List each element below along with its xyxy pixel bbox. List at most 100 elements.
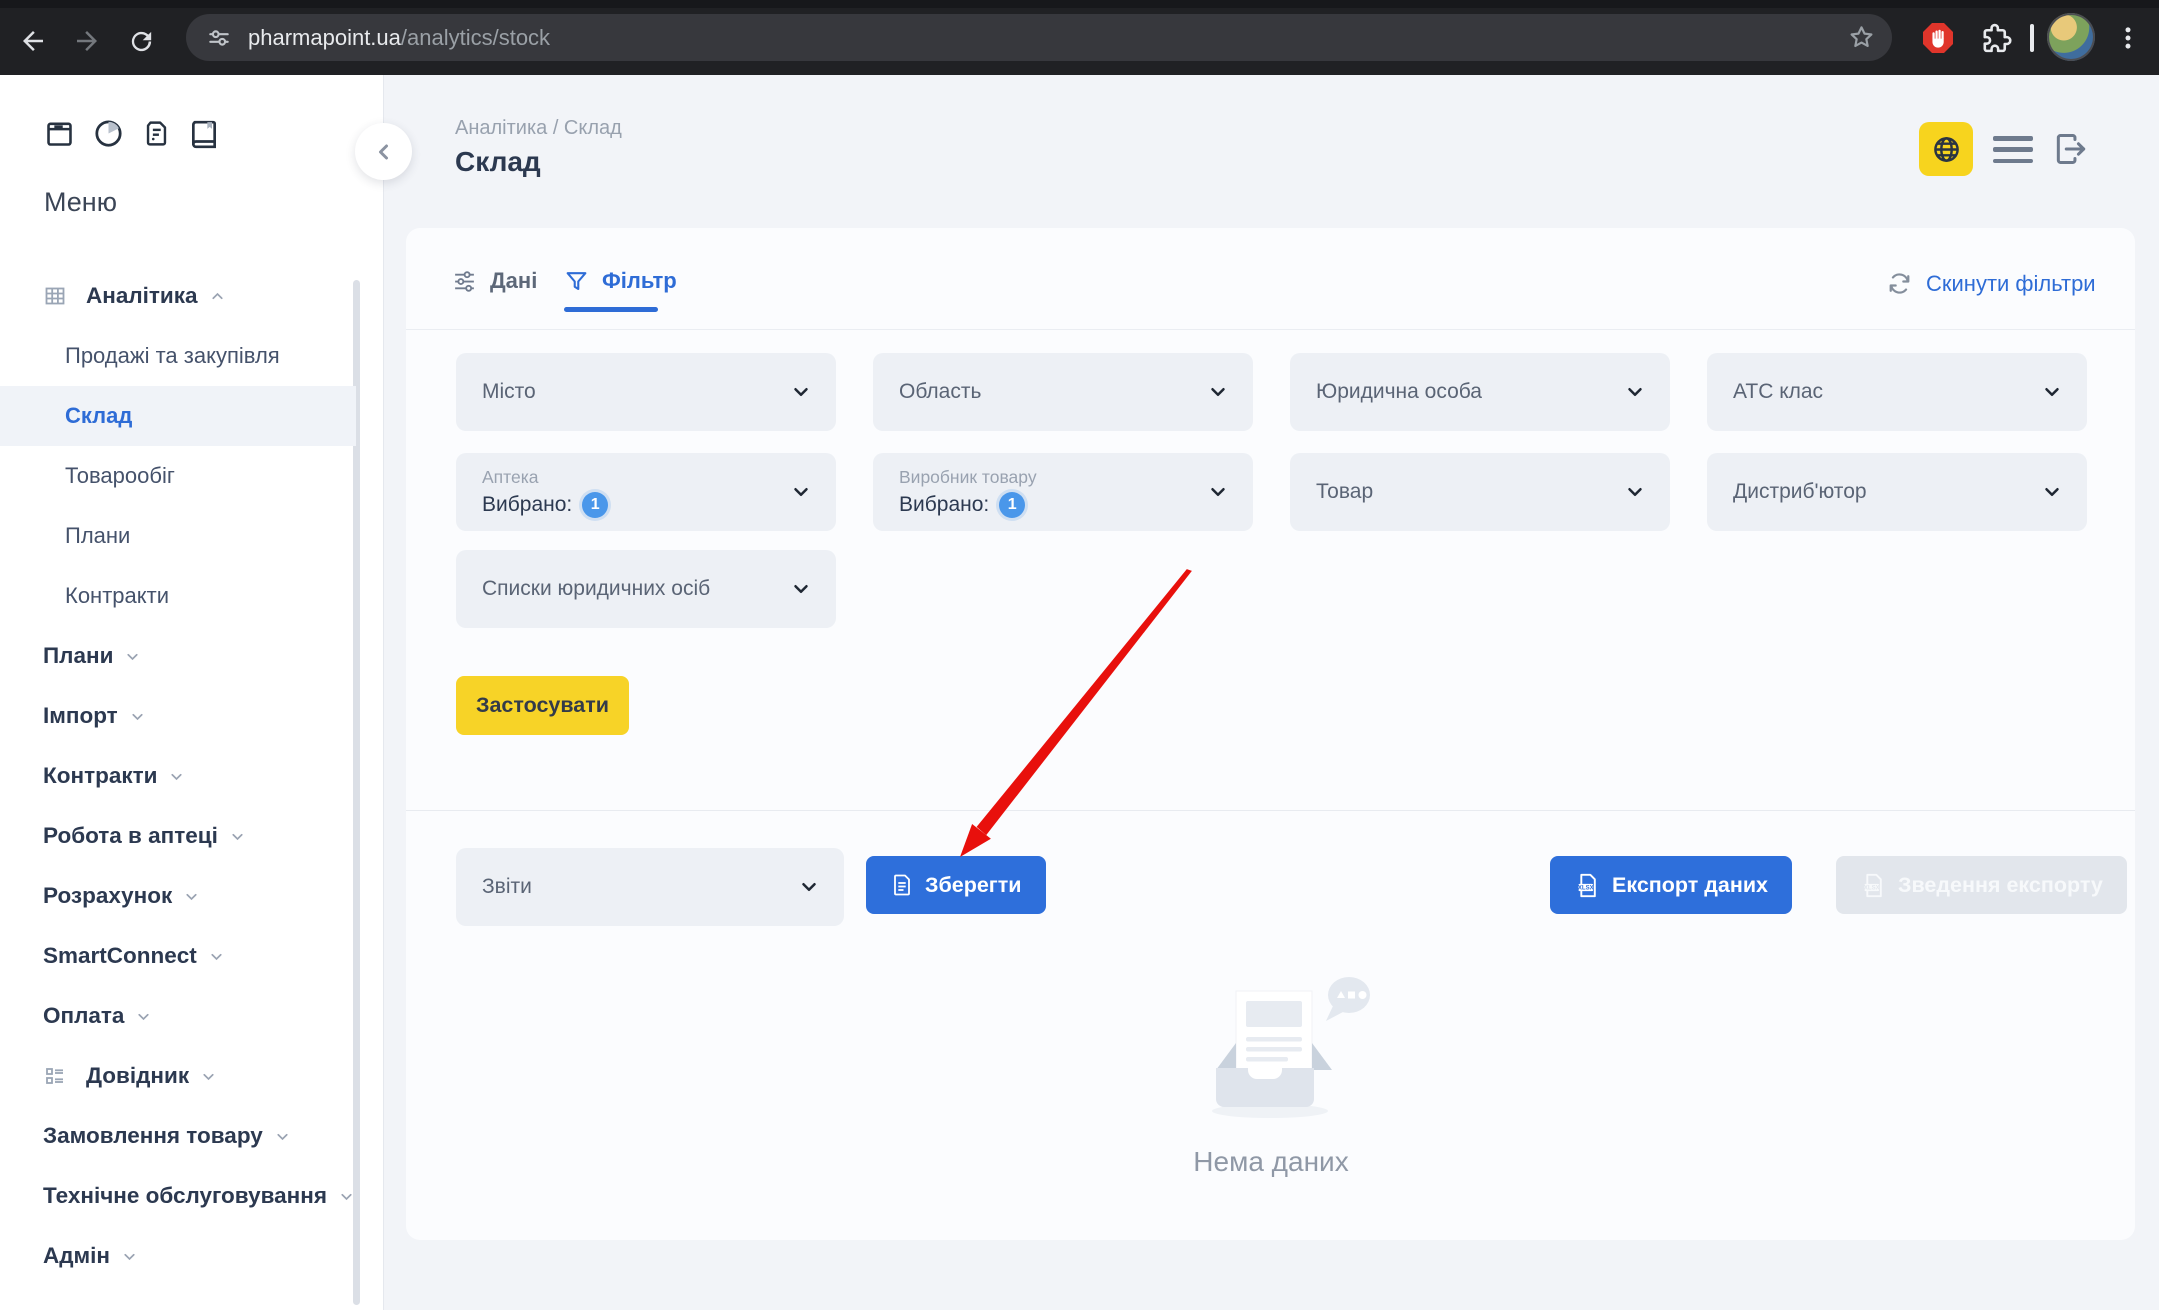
section-label: Розрахунок <box>43 883 172 909</box>
dropdown-label: Місто <box>482 380 536 404</box>
item-label: Продажі та закупівля <box>65 343 280 369</box>
browser-reload-icon[interactable] <box>122 22 160 60</box>
chevron-down-icon <box>229 828 246 845</box>
dropdown-label: Дистриб'ютор <box>1733 480 1867 504</box>
window-frame <box>0 0 2159 8</box>
chevron-down-icon <box>790 481 812 503</box>
section-label: Імпорт <box>43 703 118 729</box>
tab-data[interactable]: Дані <box>452 268 537 294</box>
save-button[interactable]: Зберегти <box>866 856 1046 914</box>
filter-pharmacy-dropdown[interactable]: Аптека Вибрано: 1 <box>456 453 836 531</box>
chevron-down-icon <box>1624 381 1646 403</box>
chevron-down-icon <box>2041 381 2063 403</box>
filters-panel: Дані Фільтр Скинути фільтри Місто Област… <box>406 228 2135 1240</box>
browser-menu-icon[interactable] <box>2110 20 2146 56</box>
sidebar-section-product-order[interactable]: Замовлення товару <box>0 1106 356 1166</box>
sidebar-collapse-button[interactable] <box>355 123 412 180</box>
summary-button-label: Зведення експорту <box>1898 873 2103 898</box>
sidebar-section-calculation[interactable]: Розрахунок <box>0 866 356 926</box>
chevron-left-icon <box>372 140 396 164</box>
apply-button[interactable]: Застосувати <box>456 676 629 735</box>
sidebar-item-stock[interactable]: Склад <box>0 386 356 446</box>
sidebar-section-pharmacy-work[interactable]: Робота в аптеці <box>0 806 356 866</box>
chevron-down-icon <box>2041 481 2063 503</box>
sidebar-item-contracts[interactable]: Контракти <box>0 566 356 626</box>
chevron-down-icon <box>1207 481 1229 503</box>
reset-filters-label: Скинути фільтри <box>1926 271 2096 297</box>
selected-label: Вибрано: <box>899 493 989 517</box>
sliders-icon <box>452 269 477 294</box>
extensions-puzzle-icon[interactable] <box>1978 20 2014 56</box>
filter-city-dropdown[interactable]: Місто <box>456 353 836 431</box>
sidebar-section-smartconnect[interactable]: SmartConnect <box>0 926 356 986</box>
section-label: Технічне обслуговування <box>43 1183 327 1209</box>
chevron-down-icon <box>129 708 146 725</box>
item-label: Склад <box>65 403 132 429</box>
chevron-down-icon <box>124 648 141 665</box>
section-label: Оплата <box>43 1003 124 1029</box>
adblock-extension-icon[interactable] <box>1920 20 1956 56</box>
active-tab-underline <box>564 307 658 312</box>
empty-state-text: Нема даних <box>1146 1146 1396 1178</box>
item-label: Контракти <box>65 583 169 609</box>
chevron-down-icon <box>798 876 820 898</box>
tab-label: Дані <box>490 268 537 294</box>
filter-legal-entity-dropdown[interactable]: Юридична особа <box>1290 353 1670 431</box>
chevron-down-icon <box>168 768 185 785</box>
svg-text:XLSX: XLSX <box>1578 885 1594 891</box>
export-data-button[interactable]: XLSX Експорт даних <box>1550 856 1792 914</box>
sidebar-section-analytics[interactable]: Аналітика <box>0 266 356 326</box>
filter-distributor-dropdown[interactable]: Дистриб'ютор <box>1707 453 2087 531</box>
book-icon[interactable] <box>188 117 220 150</box>
xlsx-file-icon: XLSX <box>1574 872 1601 899</box>
sidebar-item-plans[interactable]: Плани <box>0 506 356 566</box>
sidebar-section-plans[interactable]: Плани <box>0 626 356 686</box>
list-icon <box>43 1064 67 1088</box>
section-label: SmartConnect <box>43 943 197 969</box>
selected-count-badge: 1 <box>999 492 1025 518</box>
page-title: Склад <box>455 146 541 178</box>
url-text: pharmapoint.ua/analytics/stock <box>248 25 550 51</box>
hamburger-menu-icon[interactable] <box>1993 136 2033 163</box>
address-bar[interactable]: pharmapoint.ua/analytics/stock <box>186 14 1892 61</box>
report-document-icon[interactable] <box>142 117 171 150</box>
chevron-down-icon <box>1207 381 1229 403</box>
profile-avatar[interactable] <box>2047 13 2095 61</box>
sidebar-section-directory[interactable]: Довідник <box>0 1046 356 1106</box>
logout-icon[interactable] <box>2052 130 2090 168</box>
chevron-down-icon <box>790 381 812 403</box>
tab-filter[interactable]: Фільтр <box>564 268 677 294</box>
filter-region-dropdown[interactable]: Область <box>873 353 1253 431</box>
dropdown-label: Списки юридичних осіб <box>482 577 710 601</box>
filter-legal-entity-lists-dropdown[interactable]: Списки юридичних осіб <box>456 550 836 628</box>
section-label: Контракти <box>43 763 157 789</box>
sidebar-section-import[interactable]: Імпорт <box>0 686 356 746</box>
browser-forward-icon[interactable] <box>68 22 106 60</box>
globe-icon <box>1931 134 1962 165</box>
language-button[interactable] <box>1919 122 1973 176</box>
browser-back-icon[interactable] <box>14 22 52 60</box>
bookmark-star-icon[interactable] <box>1847 23 1876 57</box>
filter-atc-class-dropdown[interactable]: АТС клас <box>1707 353 2087 431</box>
svg-text:XLSX: XLSX <box>1864 885 1880 891</box>
table-grid-icon <box>43 284 67 308</box>
reset-filters-link[interactable]: Скинути фільтри <box>1886 270 2096 297</box>
selected-count-badge: 1 <box>582 492 608 518</box>
sidebar-section-contracts[interactable]: Контракти <box>0 746 356 806</box>
filter-manufacturer-dropdown[interactable]: Виробник товару Вибрано: 1 <box>873 453 1253 531</box>
chevron-down-icon <box>208 948 225 965</box>
chevron-down-icon <box>338 1188 355 1205</box>
dropdown-label: Звіти <box>482 875 532 899</box>
dropdown-label: Аптека <box>482 467 538 488</box>
sidebar-item-sales-purchases[interactable]: Продажі та закупівля <box>0 326 356 386</box>
pie-chart-icon[interactable] <box>92 117 125 150</box>
archive-box-icon[interactable] <box>44 117 75 150</box>
tabs-divider <box>406 329 2135 330</box>
filter-product-dropdown[interactable]: Товар <box>1290 453 1670 531</box>
sidebar-item-turnover[interactable]: Товарообіг <box>0 446 356 506</box>
sidebar-section-maintenance[interactable]: Технічне обслуговування <box>0 1166 356 1226</box>
sidebar-section-payment[interactable]: Оплата <box>0 986 356 1046</box>
reports-dropdown[interactable]: Звіти <box>456 848 844 926</box>
site-settings-icon[interactable] <box>206 25 232 51</box>
sidebar-section-admin[interactable]: Адмін <box>0 1226 356 1286</box>
